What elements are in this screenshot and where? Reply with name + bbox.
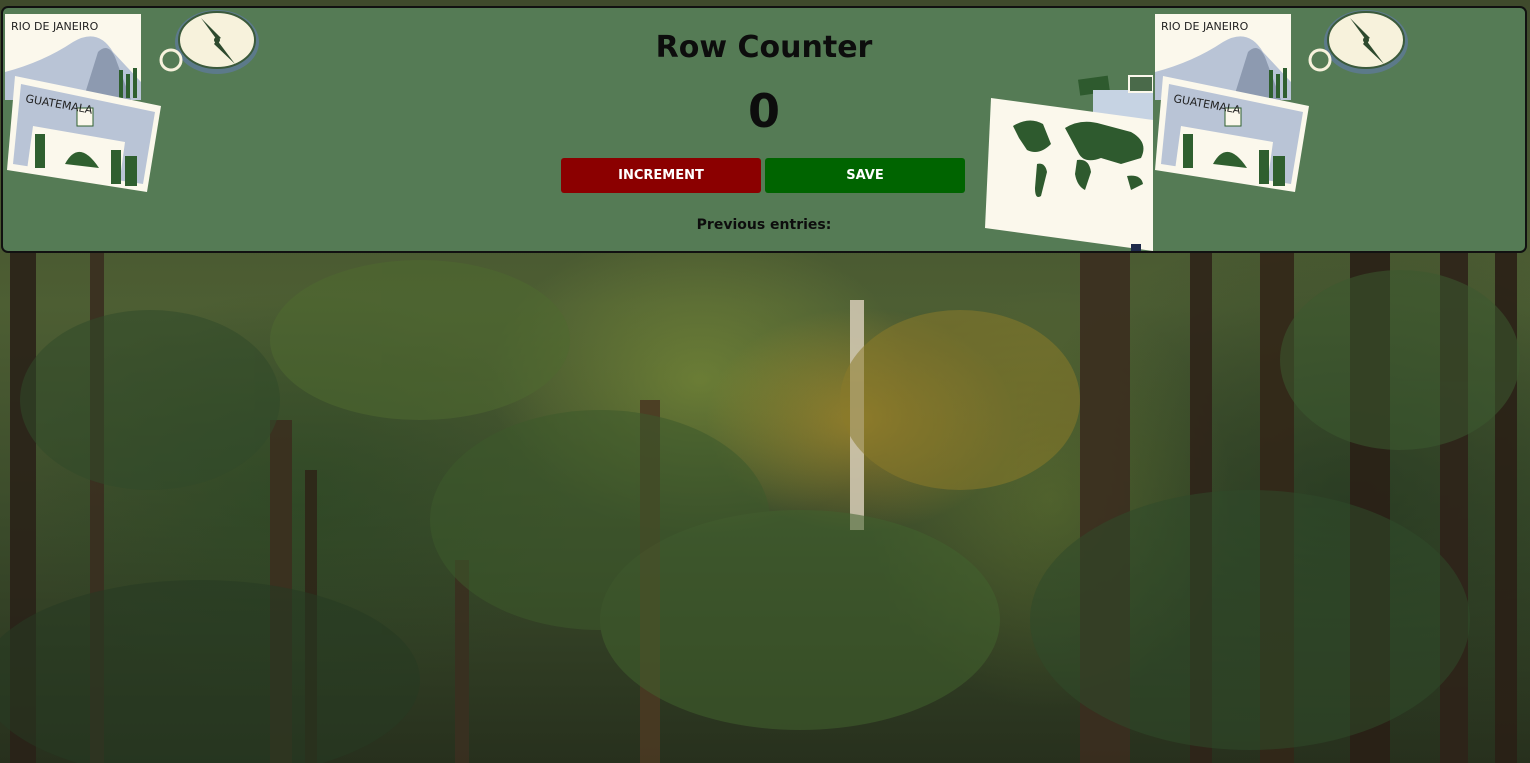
row-counter-panel: RIO DE JANEIRO GUATEMALA Row Counter 0 I… (1, 6, 1527, 253)
svg-text:RIO DE JANEIRO: RIO DE JANEIRO (1161, 20, 1249, 33)
guatemala-postcard-icon: GUATEMALA (1155, 76, 1309, 192)
increment-button[interactable]: INCREMENT (561, 158, 761, 193)
compass-icon (1308, 10, 1408, 74)
page-title: Row Counter (655, 30, 873, 65)
save-button[interactable]: SAVE (765, 158, 965, 193)
world-map-icon (985, 75, 1153, 251)
previous-entries-label: Previous entries: (696, 217, 832, 233)
